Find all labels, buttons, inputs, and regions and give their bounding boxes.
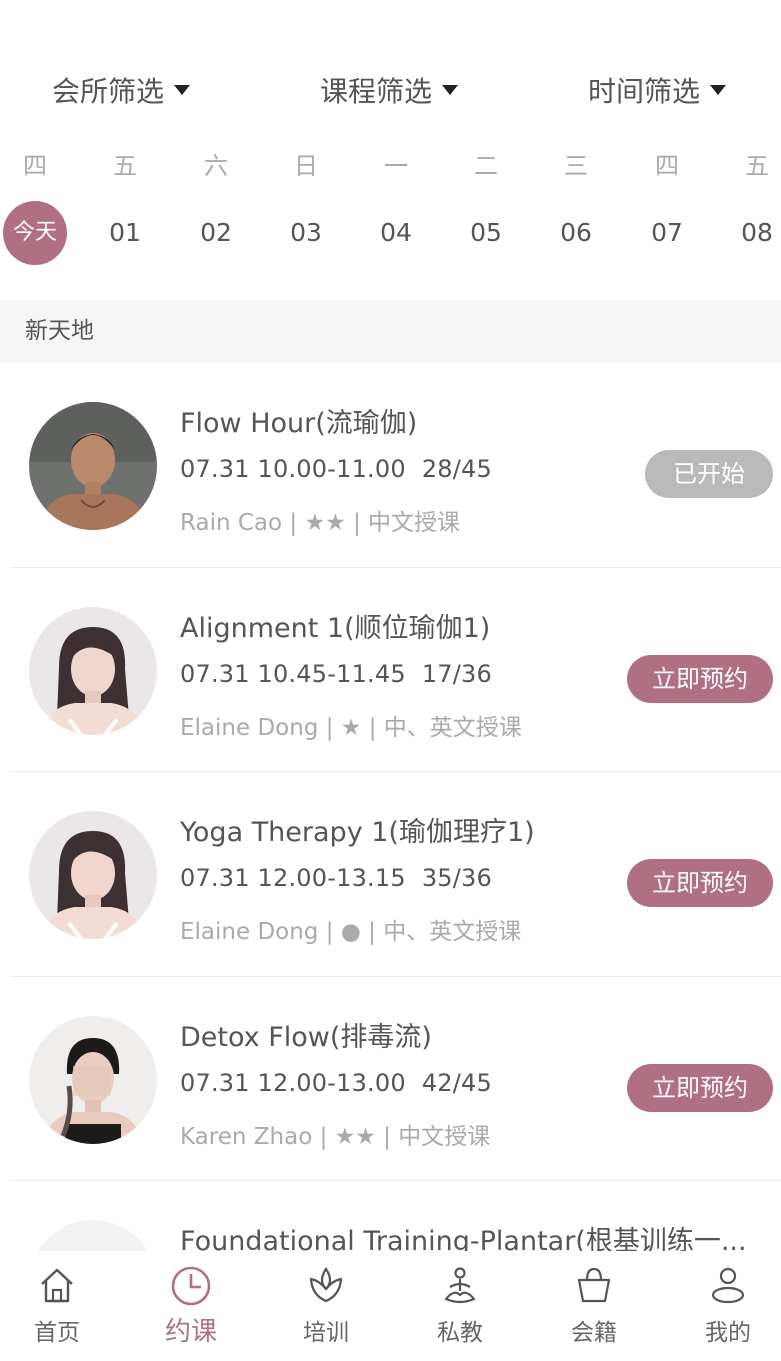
class-name: Yoga Therapy 1(瑜伽理疗1) [180,817,535,848]
book-now-button[interactable]: 立即预约 [627,1063,773,1112]
class-row[interactable]: Foundational Training-Plantar(根基训练一... [0,1181,781,1348]
instructor-meta: Rain Cao | ★★ | 中文授课 [180,510,461,536]
instructor-avatar [29,606,157,735]
book-now-button[interactable]: 立即预约 [627,859,773,907]
meditation-icon [444,1267,476,1304]
date-item[interactable]: 02 [181,203,251,263]
tab-label: 会籍 [571,1320,617,1346]
instructor-avatar [29,1015,157,1144]
book-now-button[interactable]: 立即预约 [627,654,773,703]
tab-classes[interactable]: 约课 [136,1265,246,1348]
tab-private-coach[interactable]: 私教 [405,1265,515,1347]
tab-label: 培训 [303,1320,349,1346]
weekday-label: 六 [204,152,228,180]
class-row[interactable]: Flow Hour(流瑜伽) 07.31 10.00-11.00 28/45 Ra… [0,363,781,568]
club-section-header: 新天地 [0,300,781,363]
date-item[interactable]: 08 [722,203,781,263]
bottom-tab-bar: 首页 约课 培训 私教 会籍 我的 [0,1251,781,1361]
tab-training[interactable]: 培训 [271,1265,381,1347]
tab-profile[interactable]: 我的 [673,1265,781,1347]
class-schedule: 07.31 12.00-13.00 [180,1068,406,1097]
weekday-row: 四 五 六 日 一 二 三 四 五 [0,138,781,198]
weekday-label: 五 [745,152,769,180]
caret-down-icon [710,85,727,95]
class-schedule: 07.31 10.45-11.45 [180,659,406,688]
course-filter-label: 课程筛选 [320,75,433,108]
class-row[interactable]: Detox Flow(排毒流) 07.31 12.00-13.00 42/45 K… [0,977,781,1182]
date-item[interactable]: 07 [632,203,702,263]
instructor-meta: Elaine Dong | ● | 中、英文授课 [180,919,522,945]
class-row[interactable]: Alignment 1(顺位瑜伽1) 07.31 10.45-11.45 17/3… [0,568,781,773]
date-item[interactable]: 06 [541,203,611,263]
class-time: 07.31 12.00-13.00 42/45 [180,1069,492,1097]
tab-membership[interactable]: 会籍 [539,1265,649,1347]
instructor-avatar [29,402,157,530]
class-schedule: 07.31 12.00-13.15 [180,864,406,892]
shopping-basket-icon [577,1267,611,1303]
date-selector-row: 今天 01 02 03 04 05 06 07 08 [0,201,781,265]
instructor-meta: Karen Zhao | ★★ | 中文授课 [180,1123,491,1150]
date-item[interactable]: 03 [271,203,341,263]
class-capacity: 42/45 [421,1068,492,1097]
date-item[interactable]: 04 [361,203,431,263]
weekday-label: 三 [564,152,588,180]
weekday-label: 四 [655,152,679,180]
weekday-label: 四 [23,152,47,180]
date-today[interactable]: 今天 [3,201,67,265]
tab-label: 首页 [34,1320,80,1346]
date-item[interactable]: 01 [90,203,160,263]
caret-down-icon [442,85,459,95]
person-icon [711,1267,745,1304]
tab-label: 私教 [437,1320,483,1346]
club-filter-dropdown[interactable]: 会所筛选 [52,68,191,112]
weekday-label: 二 [474,152,498,180]
class-capacity: 28/45 [421,455,492,483]
class-time: 07.31 10.00-11.00 28/45 [180,455,492,483]
class-name: Detox Flow(排毒流) [180,1021,432,1053]
class-capacity: 35/36 [421,864,492,892]
date-item[interactable]: 05 [451,203,521,263]
clock-icon [171,1266,211,1306]
class-time: 07.31 12.00-13.15 35/36 [180,864,492,892]
class-time: 07.31 10.45-11.45 17/36 [180,660,492,688]
weekday-label: 五 [113,152,137,180]
class-list: Flow Hour(流瑜伽) 07.31 10.00-11.00 28/45 Ra… [0,363,781,1348]
lotus-icon [309,1267,343,1303]
home-icon [41,1268,73,1303]
caret-down-icon [174,85,191,95]
tab-home[interactable]: 首页 [2,1265,112,1347]
filter-bar: 会所筛选 课程筛选 时间筛选 [0,68,781,112]
class-booking-page: 会所筛选 课程筛选 时间筛选 四 五 六 日 一 二 三 四 五 今天 01 0… [0,0,781,1361]
instructor-avatar [29,811,157,939]
class-row[interactable]: Yoga Therapy 1(瑜伽理疗1) 07.31 12.00-13.15 3… [0,772,781,977]
time-filter-label: 时间筛选 [588,75,701,108]
class-name: Alignment 1(顺位瑜伽1) [180,612,491,644]
weekday-label: 一 [384,152,408,180]
weekday-label: 日 [294,152,318,180]
class-name: Flow Hour(流瑜伽) [180,408,418,439]
instructor-meta: Elaine Dong | ★ | 中、英文授课 [180,714,522,741]
course-filter-dropdown[interactable]: 课程筛选 [320,68,459,112]
tab-label: 我的 [705,1320,751,1346]
club-filter-label: 会所筛选 [52,75,165,108]
time-filter-dropdown[interactable]: 时间筛选 [588,68,727,112]
class-started-badge: 已开始 [645,450,773,498]
class-schedule: 07.31 10.00-11.00 [180,455,406,483]
class-capacity: 17/36 [421,659,492,688]
tab-label: 约课 [164,1317,217,1347]
